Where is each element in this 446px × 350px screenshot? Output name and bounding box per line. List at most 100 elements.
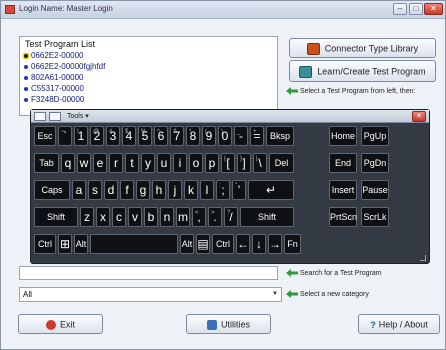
search-input[interactable] — [19, 266, 278, 280]
key-ctrl[interactable]: Ctrl — [212, 234, 234, 254]
keyboard-close-button[interactable]: ✕ — [412, 111, 426, 122]
key-c[interactable]: c — [112, 207, 126, 227]
keyboard-layout-icon[interactable] — [49, 112, 61, 121]
key-g[interactable]: g — [136, 180, 150, 200]
key-symbol[interactable]: + = — [250, 126, 264, 146]
resize-grip-icon[interactable] — [420, 255, 426, 261]
test-program-list[interactable]: Test Program List 0662E2-00000 0662E2-00… — [19, 36, 278, 116]
key-2[interactable]: @2 — [90, 126, 104, 146]
key-symbol[interactable]: <, — [192, 207, 206, 227]
key-x[interactable]: x — [96, 207, 110, 227]
key-4[interactable]: $4 — [122, 126, 136, 146]
key-w[interactable]: w — [77, 153, 91, 173]
key-shift[interactable]: Shift — [34, 207, 78, 227]
connector-library-button[interactable]: Connector Type Library — [289, 38, 436, 58]
key-insert[interactable]: Insert — [329, 180, 357, 200]
utilities-button[interactable]: Utilities — [186, 314, 271, 334]
key-symbol[interactable]: " ' — [232, 180, 246, 200]
key-e[interactable]: e — [93, 153, 107, 173]
tools-menu[interactable]: Tools ▾ — [67, 112, 89, 120]
key-u[interactable]: u — [157, 153, 171, 173]
key-label: i — [178, 156, 182, 170]
key-s[interactable]: s — [88, 180, 102, 200]
key-symbol[interactable]: | \ — [253, 153, 267, 173]
key-3[interactable]: #3 — [106, 126, 120, 146]
key-alt[interactable]: Alt — [180, 234, 194, 254]
key-5[interactable]: % 5 — [138, 126, 152, 146]
key-alt[interactable]: Alt — [74, 234, 88, 254]
key-fn[interactable]: Fn — [284, 234, 301, 254]
key-label: q — [64, 156, 72, 170]
key-symbol[interactable]: :; — [216, 180, 230, 200]
maximize-button[interactable]: □ — [409, 3, 423, 15]
minimize-button[interactable]: – — [393, 3, 407, 15]
key-k[interactable]: k — [184, 180, 198, 200]
key-del[interactable]: Del — [269, 153, 294, 173]
key-end[interactable]: End — [329, 153, 357, 173]
key-f[interactable]: f — [120, 180, 134, 200]
key-9[interactable]: (9 — [202, 126, 216, 146]
key-m[interactable]: m — [176, 207, 190, 227]
key-symbol[interactable]: ↓ — [252, 234, 266, 254]
key-r[interactable]: r — [109, 153, 123, 173]
key-scrlk[interactable]: ScrLk — [361, 207, 389, 227]
category-select[interactable]: All ▼ — [19, 287, 282, 302]
key-p[interactable]: p — [205, 153, 219, 173]
key-symbol[interactable]: ▤ — [196, 234, 210, 254]
list-item[interactable]: 0662E2-00000 — [23, 51, 84, 61]
key-label: Tab — [39, 158, 54, 168]
key-0[interactable]: ) 0 — [218, 126, 232, 146]
key-label: s — [92, 183, 98, 197]
key-b[interactable]: b — [144, 207, 158, 227]
key-h[interactable]: h — [152, 180, 166, 200]
list-item[interactable]: C55317-00000 — [23, 84, 84, 94]
key-esc[interactable]: Esc — [34, 126, 56, 146]
key-6[interactable]: ^ 6 — [154, 126, 168, 146]
key-z[interactable]: z — [80, 207, 94, 227]
key-symbol[interactable]: }] — [237, 153, 251, 173]
key-symbol[interactable]: ? / — [224, 207, 238, 227]
key-symbol[interactable]: >. — [208, 207, 222, 227]
key-a[interactable]: a — [72, 180, 86, 200]
key-symbol[interactable]: ↵ — [248, 180, 294, 200]
key-space[interactable] — [90, 234, 178, 254]
key-i[interactable]: i — [173, 153, 187, 173]
key-1[interactable]: ! 1 — [74, 126, 88, 146]
key-l[interactable]: l — [200, 180, 214, 200]
key-pgup[interactable]: PgUp — [361, 126, 389, 146]
key-v[interactable]: v — [128, 207, 142, 227]
key-j[interactable]: j — [168, 180, 182, 200]
key-shift[interactable]: Shift — [240, 207, 294, 227]
key-pause[interactable]: Pause — [361, 180, 389, 200]
key-t[interactable]: t — [125, 153, 139, 173]
key-pgdn[interactable]: PgDn — [361, 153, 389, 173]
list-item[interactable]: F3248D-00000 — [23, 95, 84, 105]
key-caps[interactable]: Caps — [34, 180, 70, 200]
key-home[interactable]: Home — [329, 126, 357, 146]
keyboard-mode-icon[interactable] — [34, 112, 46, 121]
key-symbol[interactable]: → — [268, 234, 282, 254]
key-n[interactable]: n — [160, 207, 174, 227]
key-d[interactable]: d — [104, 180, 118, 200]
key-7[interactable]: & 7 — [170, 126, 184, 146]
exit-button[interactable]: Exit — [18, 314, 103, 334]
key-symbol[interactable]: ~ ` — [58, 126, 72, 146]
list-item[interactable]: 0662E2-00000fgjhfdf — [23, 62, 105, 72]
key-prtscn[interactable]: PrtScn — [329, 207, 357, 227]
key-tab[interactable]: Tab — [34, 153, 59, 173]
learn-create-button[interactable]: Learn/Create Test Program — [289, 60, 436, 82]
key-symbol[interactable]: ← — [236, 234, 250, 254]
key-symbol[interactable]: {[ — [221, 153, 235, 173]
key-symbol[interactable]: ⊞ — [58, 234, 72, 254]
key-label: l — [205, 183, 209, 197]
help-about-button[interactable]: ? Help / About — [358, 314, 440, 334]
key-o[interactable]: o — [189, 153, 203, 173]
key-y[interactable]: y — [141, 153, 155, 173]
list-item[interactable]: 802A61-00000 — [23, 73, 84, 83]
key-symbol[interactable]: _ - — [234, 126, 248, 146]
close-button[interactable]: ✕ — [424, 3, 443, 15]
key-8[interactable]: * 8 — [186, 126, 200, 146]
key-q[interactable]: q — [61, 153, 75, 173]
key-ctrl[interactable]: Ctrl — [34, 234, 56, 254]
key-bksp[interactable]: Bksp — [266, 126, 294, 146]
